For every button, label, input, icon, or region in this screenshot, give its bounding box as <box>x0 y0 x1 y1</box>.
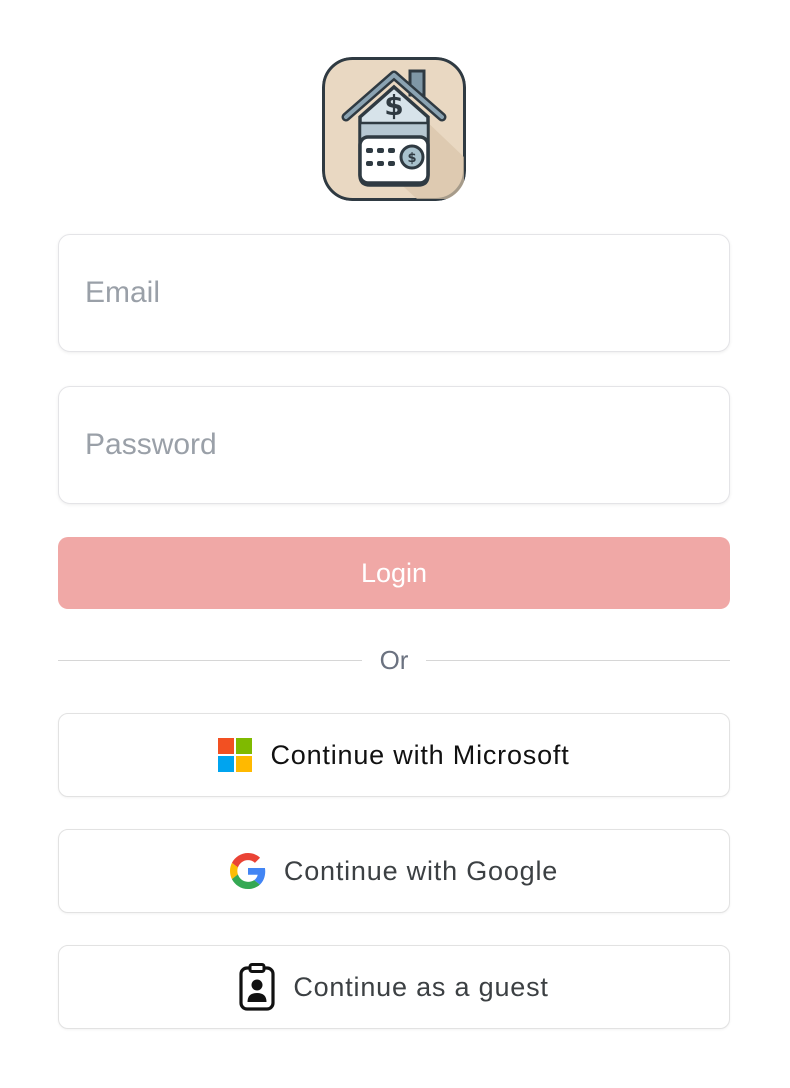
login-page: $ $ Login Or <box>0 0 790 1088</box>
continue-as-guest-button[interactable]: Continue as a guest <box>58 945 730 1029</box>
id-badge-icon <box>239 963 275 1011</box>
login-button[interactable]: Login <box>58 537 730 609</box>
guest-button-label: Continue as a guest <box>293 971 549 1002</box>
or-divider: Or <box>58 640 731 680</box>
continue-with-microsoft-button[interactable]: Continue with Microsoft <box>58 713 730 797</box>
google-logo-icon <box>229 853 266 889</box>
microsoft-button-label: Continue with Microsoft <box>270 739 570 770</box>
password-field[interactable] <box>58 386 730 504</box>
svg-text:$: $ <box>384 89 403 122</box>
divider-label: Or <box>379 644 409 675</box>
svg-text:$: $ <box>407 151 416 166</box>
divider-line-left <box>58 659 362 661</box>
divider-line-right <box>426 659 731 661</box>
house-calculator-dollar-icon: $ $ <box>322 57 466 201</box>
continue-with-google-button[interactable]: Continue with Google <box>58 829 730 913</box>
microsoft-logo-icon <box>218 738 253 772</box>
app-logo: $ $ <box>322 57 466 201</box>
google-button-label: Continue with Google <box>283 855 559 886</box>
email-field[interactable] <box>58 234 730 352</box>
